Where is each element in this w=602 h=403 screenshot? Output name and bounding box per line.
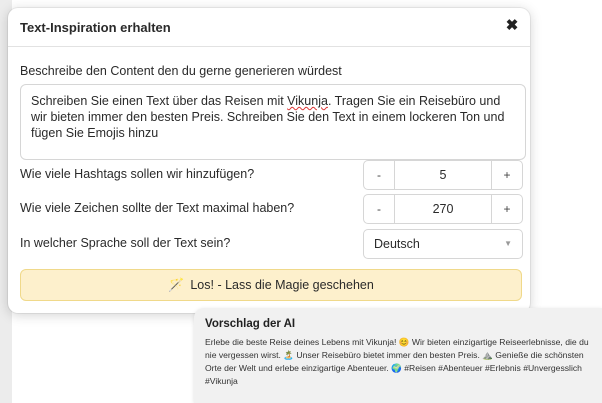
content-text-start: Schreiben Sie einen Text über das Reisen… [31,94,288,108]
hashtags-decrement-button[interactable]: - [364,161,395,189]
max-chars-decrement-button[interactable]: - [364,195,395,223]
generate-magic-button-label: Los! - Lass die Magie geschehen [190,278,374,292]
chevron-down-icon: ▼ [504,239,512,248]
language-value: Deutsch [374,237,420,251]
language-select[interactable]: Deutsch ▼ [363,229,523,259]
hashtags-increment-button[interactable]: + [491,161,522,189]
hashtags-value[interactable]: 5 [395,161,491,189]
close-icon[interactable]: ✖ [504,17,520,35]
content-text-misspelled-word: Vikunja [287,94,328,108]
max-chars-increment-button[interactable]: + [491,195,522,223]
content-description-input[interactable]: Schreiben Sie einen Text über das Reisen… [20,84,526,160]
generate-magic-button[interactable]: 🪄 Los! - Lass die Magie geschehen [20,269,522,301]
ai-suggestion-text: Erlebe die beste Reise deines Lebens mit… [205,337,589,386]
hashtags-stepper: - 5 + [363,160,523,190]
max-chars-value[interactable]: 270 [395,195,491,223]
language-label: In welcher Sprache soll der Text sein? [20,236,231,250]
max-chars-label: Wie viele Zeichen sollte der Text maxima… [20,201,295,215]
ai-suggestion-panel: Vorschlag der AI Erlebe die beste Reise … [194,308,602,403]
content-description-label: Beschreibe den Content den du gerne gene… [20,64,342,78]
hashtags-label: Wie viele Hashtags sollen wir hinzufügen… [20,167,255,181]
max-chars-stepper: - 270 + [363,194,523,224]
text-inspiration-dialog: Text-Inspiration erhalten ✖ Beschreibe d… [8,8,530,313]
magic-wand-icon: 🪄 [168,277,185,292]
ai-suggestion-title: Vorschlag der AI [205,318,296,330]
dialog-title: Text-Inspiration erhalten [20,20,171,35]
dialog-header: Text-Inspiration erhalten ✖ [8,8,530,47]
